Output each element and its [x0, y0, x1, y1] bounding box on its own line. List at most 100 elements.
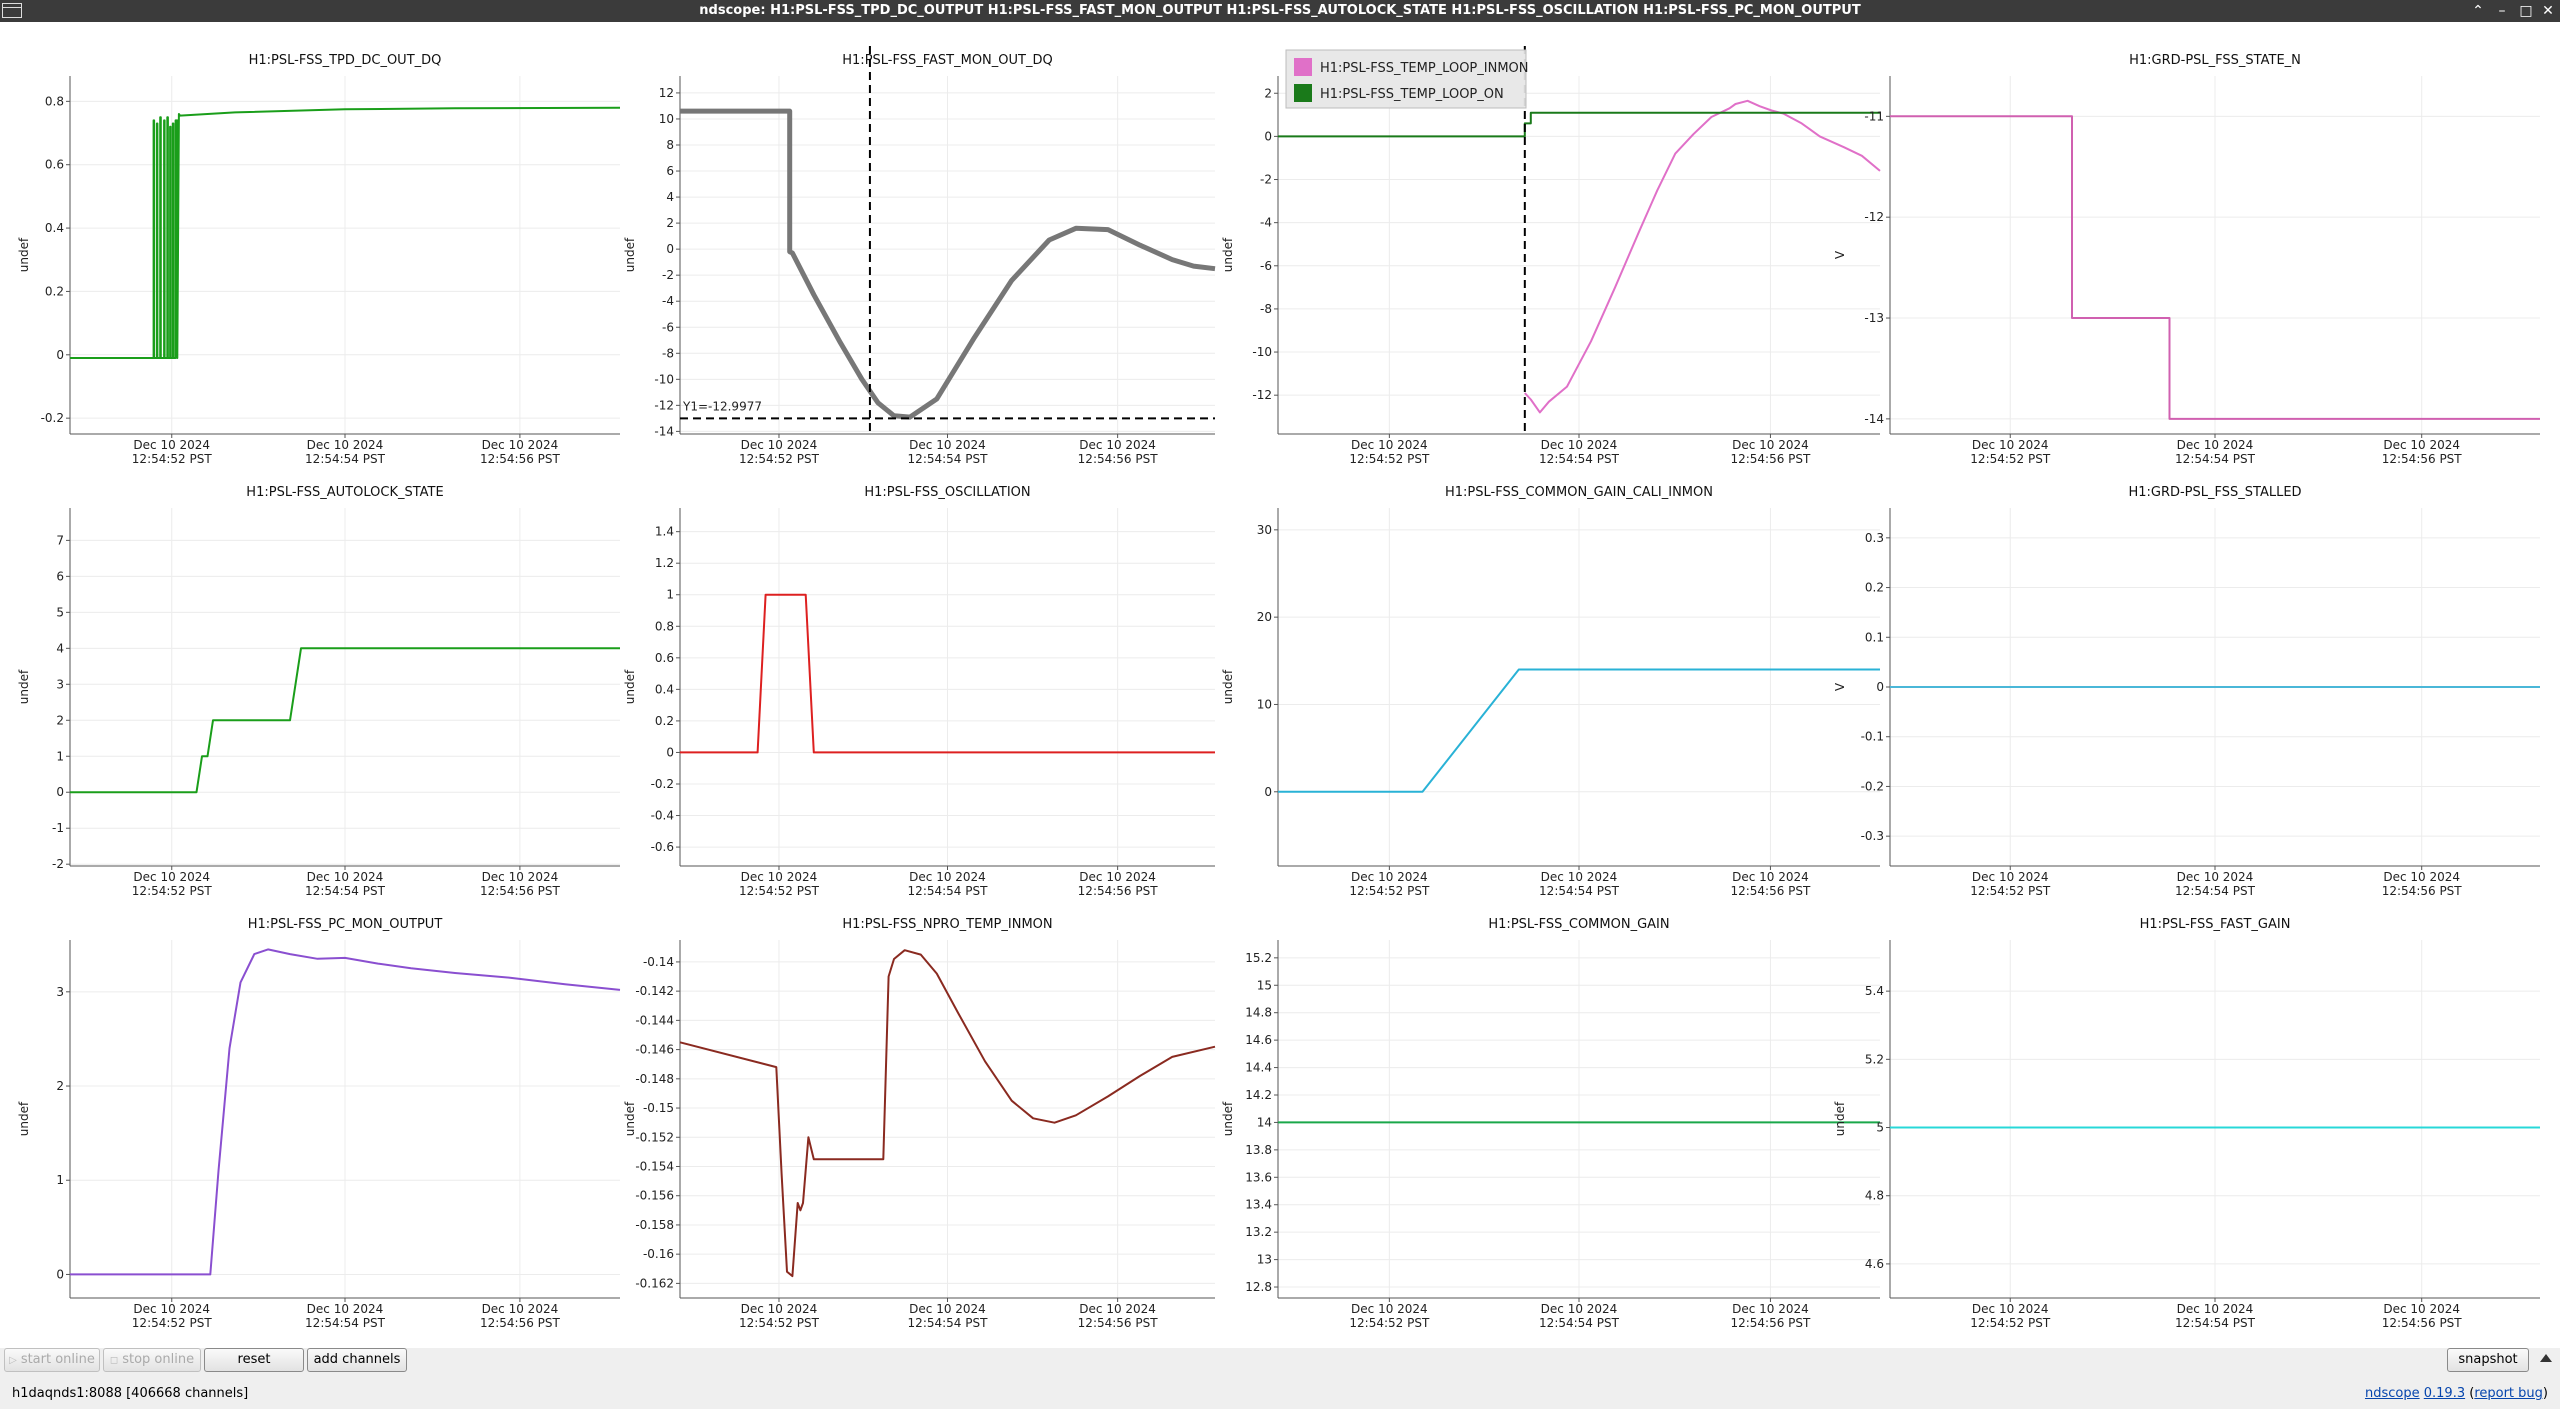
plot-h1-psl-fss-tpd-dc-out-dq[interactable]: 0.80.60.40.20-0.2Dec 10 202412:54:52 PST… [17, 53, 621, 466]
y-tick-label: 0 [56, 348, 64, 362]
x-tick-label: Dec 10 2024 [909, 438, 986, 452]
expand-panel-icon[interactable] [2540, 1354, 2552, 1362]
plot-title: H1:PSL-FSS_COMMON_GAIN_CALI_INMON [1445, 485, 1713, 500]
plot-grid[interactable]: 0.80.60.40.20-0.2Dec 10 202412:54:52 PST… [0, 22, 2560, 1342]
y-tick-label: 10 [659, 112, 674, 126]
plot-h1-psl-fss-autolock-state[interactable]: 76543210-1-2Dec 10 202412:54:52 PSTDec 1… [17, 485, 620, 898]
y-tick-label: -1 [52, 821, 64, 835]
plot-h1-grd-psl-fss-stalled[interactable]: 0.30.20.10-0.1-0.2-0.3Dec 10 202412:54:5… [1833, 485, 2540, 898]
stop-online-button[interactable]: ◻ stop online [103, 1348, 201, 1372]
y-tick-label: -0.152 [635, 1130, 674, 1144]
x-tick-label: Dec 10 2024 [1732, 1302, 1809, 1316]
y-axis-label: undef [1221, 669, 1235, 704]
x-tick-label: Dec 10 2024 [1732, 870, 1809, 884]
y-tick-label: 0 [1264, 129, 1272, 143]
y-tick-label: 13.2 [1245, 1225, 1272, 1239]
plot-legend[interactable]: H1:PSL-FSS_TEMP_LOOP_INMON H1:PSL-FSS_TEM… [1285, 49, 1529, 109]
y-tick-label: 6 [56, 569, 64, 583]
maximize-button[interactable]: □ [2516, 1, 2536, 21]
ndscope-link[interactable]: ndscope [2365, 1386, 2420, 1401]
y-tick-label: 0.3 [1865, 531, 1884, 545]
snapshot-button[interactable]: snapshot [2447, 1348, 2529, 1372]
x-tick-label: Dec 10 2024 [1079, 1302, 1156, 1316]
y-axis-label: undef [1833, 1101, 1847, 1136]
y-tick-label: -0.1 [1861, 730, 1884, 744]
add-channels-button[interactable]: add channels [307, 1348, 407, 1372]
x-tick-label: Dec 10 2024 [1351, 1302, 1428, 1316]
x-tick-label: Dec 10 2024 [741, 870, 818, 884]
y-tick-label: 0 [666, 242, 674, 256]
y-tick-label: -6 [1260, 259, 1272, 273]
x-tick-label-time: 12:54:54 PST [305, 452, 386, 466]
x-tick-label: Dec 10 2024 [307, 870, 384, 884]
y-tick-label: -6 [662, 320, 674, 334]
window-title: ndscope: H1:PSL-FSS_TPD_DC_OUTPUT H1:PSL… [699, 3, 1861, 18]
x-tick-label: Dec 10 2024 [1351, 438, 1428, 452]
y-tick-label: 4 [56, 641, 64, 655]
x-tick-label-time: 12:54:56 PST [1730, 884, 1811, 898]
plot-h1-psl-fss-fast-gain[interactable]: 5.45.254.84.6Dec 10 202412:54:52 PSTDec … [1833, 917, 2540, 1330]
x-tick-label: Dec 10 2024 [1732, 438, 1809, 452]
y-tick-label: 0.6 [655, 651, 674, 665]
plot-h1-psl-fss-pc-mon-output[interactable]: 3210Dec 10 202412:54:52 PSTDec 10 202412… [17, 917, 621, 1330]
y-tick-label: -0.154 [635, 1159, 674, 1173]
y-tick-label: -0.15 [643, 1101, 674, 1115]
x-tick-label: Dec 10 2024 [1972, 1302, 2049, 1316]
plot-temp-loop[interactable]: 20-2-4-6-8-10-12Dec 10 202412:54:52 PSTD… [1221, 46, 1881, 466]
x-tick-label-time: 12:54:52 PST [132, 884, 213, 898]
y-axis-label: undef [1221, 237, 1235, 272]
version-link[interactable]: 0.19.3 [2424, 1386, 2465, 1401]
y-tick-label: 14.2 [1245, 1088, 1272, 1102]
plot-h1-psl-fss-fast-mon-out-dq[interactable]: 121086420-2-4-6-8-10-12-14Dec 10 202412:… [623, 46, 1216, 466]
x-tick-label-time: 12:54:56 PST [1730, 1316, 1811, 1330]
y-axis-label: undef [1221, 1101, 1235, 1136]
x-tick-label-time: 12:54:52 PST [1970, 1316, 2051, 1330]
y-tick-label: -8 [662, 346, 674, 360]
legend-label: H1:PSL-FSS_TEMP_LOOP_ON [1320, 87, 1504, 102]
plot-h1-psl-fss-common-gain-cali-inmon[interactable]: 3020100Dec 10 202412:54:52 PSTDec 10 202… [1221, 485, 1880, 898]
y-tick-label: 14 [1257, 1115, 1272, 1129]
report-bug-link[interactable]: report bug [2474, 1386, 2543, 1401]
y-axis-label: undef [623, 1101, 637, 1136]
x-tick-label: Dec 10 2024 [2383, 870, 2460, 884]
y-tick-label: -12 [1252, 388, 1272, 402]
plot-title: H1:PSL-FSS_OSCILLATION [864, 485, 1030, 500]
x-tick-label-time: 12:54:52 PST [132, 452, 213, 466]
y-tick-label: 2 [56, 1079, 64, 1093]
plot-h1-psl-fss-oscillation[interactable]: 1.4 1.2 1 0.8 0.6 0.4 0.2 0 -0.2 -0.4 -0.6 Dec 10 2… [623, 485, 1215, 898]
x-tick-label-time: 12:54:52 PST [1349, 884, 1430, 898]
y-tick-label: -0.144 [635, 1013, 674, 1027]
y-tick-label: -0.16 [643, 1247, 674, 1261]
plot-h1-grd-psl-fss-state-n[interactable]: -11-12-13-14Dec 10 202412:54:52 PSTDec 1… [1833, 53, 2540, 466]
x-tick-label-time: 12:54:54 PST [908, 884, 989, 898]
plot-h1-psl-fss-common-gain[interactable]: 15.2 15 14.8 14.6 14.4 14.2 14 13.8 13.6 13.4 13.2… [1221, 917, 1880, 1330]
x-tick-label-time: 12:54:54 PST [908, 1316, 989, 1330]
y-tick-label: 7 [56, 533, 64, 547]
x-tick-label-time: 12:54:52 PST [1970, 452, 2051, 466]
x-tick-label-time: 12:54:56 PST [480, 1316, 561, 1330]
start-online-button[interactable]: ▷ start online [4, 1348, 100, 1372]
y-tick-label: -0.2 [1861, 779, 1884, 793]
x-tick-label-time: 12:54:54 PST [1539, 452, 1620, 466]
y-axis-label: undef [17, 669, 31, 704]
y-tick-label: 0.8 [655, 619, 674, 633]
x-tick-label-time: 12:54:54 PST [2175, 452, 2256, 466]
plot-title: H1:GRD-PSL_FSS_STALLED [2128, 485, 2301, 500]
x-tick-label-time: 12:54:56 PST [1078, 884, 1159, 898]
y-tick-label: -0.146 [635, 1043, 674, 1057]
keep-above-button[interactable]: ⌃ [2468, 1, 2488, 21]
plot-h1-psl-fss-npro-temp-inmon[interactable]: -0.14 -0.142 -0.144 -0.146 -0.148 -0.15 -0.152… [623, 917, 1216, 1330]
y-tick-label: -2 [1260, 173, 1272, 187]
minimize-button[interactable]: – [2492, 1, 2512, 21]
y-tick-label: 2 [666, 216, 674, 230]
y-tick-label: 30 [1257, 523, 1272, 537]
x-tick-label-time: 12:54:54 PST [2175, 884, 2256, 898]
play-icon: ▷ [9, 1355, 17, 1366]
close-button[interactable]: ✕ [2538, 1, 2558, 21]
reset-button[interactable]: reset [204, 1348, 304, 1372]
y-tick-label: 2 [1264, 86, 1272, 100]
series-line [1524, 99, 1881, 414]
x-tick-label: Dec 10 2024 [1079, 870, 1156, 884]
y-tick-label: 15.2 [1245, 951, 1272, 965]
y-axis-label: undef [17, 1101, 31, 1136]
